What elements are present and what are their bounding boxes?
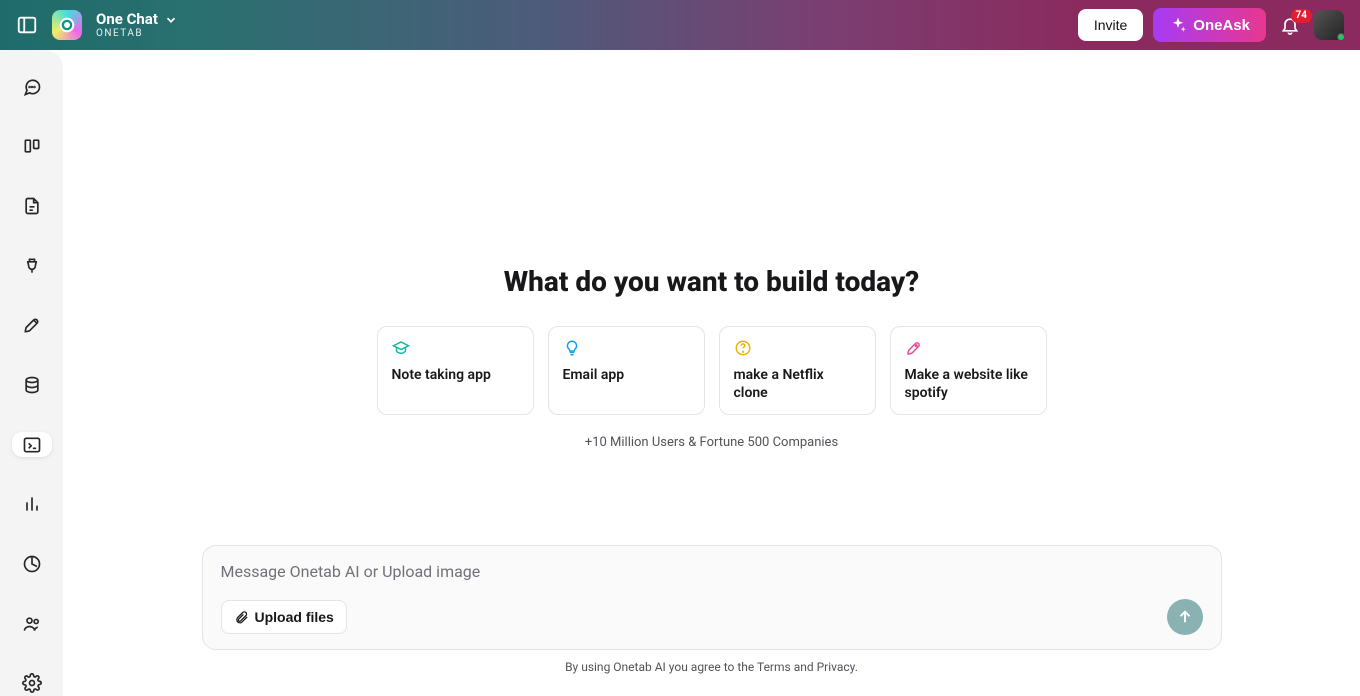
- card-label: Make a website like spotify: [905, 367, 1032, 402]
- sidebar-item-database[interactable]: [12, 372, 52, 398]
- paperclip-icon: [234, 610, 249, 625]
- app-logo: [52, 10, 82, 40]
- app-title-block[interactable]: One Chat ONETAB: [96, 11, 178, 39]
- sidebar-item-settings[interactable]: [12, 670, 52, 696]
- panel-icon[interactable]: [16, 14, 38, 36]
- sidebar-item-chat[interactable]: [12, 74, 52, 100]
- notification-badge: 74: [1291, 9, 1312, 23]
- footer-disclaimer: By using Onetab AI you agree to the Term…: [63, 660, 1360, 674]
- card-note-taking[interactable]: Note taking app: [377, 326, 534, 415]
- graduation-cap-icon: [392, 339, 410, 357]
- message-input[interactable]: Message Onetab AI or Upload image: [221, 562, 1203, 581]
- card-email-app[interactable]: Email app: [548, 326, 705, 415]
- sidebar-item-integrations[interactable]: [12, 253, 52, 279]
- sidebar-item-terminal[interactable]: [12, 432, 52, 458]
- card-label: Email app: [563, 367, 690, 385]
- sparkle-icon: [1169, 16, 1187, 34]
- chevron-down-icon: [164, 13, 178, 27]
- trust-line: +10 Million Users & Fortune 500 Companie…: [585, 435, 838, 450]
- sidebar: [0, 50, 63, 696]
- header: One Chat ONETAB Invite OneAsk 74: [0, 0, 1360, 50]
- privacy-link[interactable]: Privacy: [817, 660, 855, 674]
- card-spotify-site[interactable]: Make a website like spotify: [890, 326, 1047, 415]
- arrow-up-icon: [1176, 608, 1194, 626]
- upload-label: Upload files: [255, 609, 334, 625]
- card-label: Note taking app: [392, 367, 519, 385]
- footer-and: and: [791, 660, 817, 674]
- suggestion-cards: Note taking app Email app make a Netflix…: [377, 326, 1047, 415]
- rocket-icon: [905, 339, 923, 357]
- app-title: One Chat: [96, 11, 158, 28]
- footer-prefix: By using Onetab AI you agree to the: [565, 660, 757, 674]
- avatar-button[interactable]: [1314, 10, 1344, 40]
- notifications-button[interactable]: 74: [1276, 15, 1304, 35]
- body: What do you want to build today? Note ta…: [0, 50, 1360, 696]
- message-input-bar: Message Onetab AI or Upload image Upload…: [202, 545, 1222, 650]
- sidebar-item-reports[interactable]: [12, 551, 52, 577]
- main-content: What do you want to build today? Note ta…: [63, 50, 1360, 696]
- app-subtitle: ONETAB: [96, 28, 178, 39]
- input-actions: Upload files: [221, 599, 1203, 635]
- sidebar-item-analytics[interactable]: [12, 491, 52, 517]
- help-circle-icon: [734, 339, 752, 357]
- sidebar-item-boards[interactable]: [12, 134, 52, 160]
- send-button[interactable]: [1167, 599, 1203, 635]
- lightbulb-icon: [563, 339, 581, 357]
- invite-button[interactable]: Invite: [1078, 9, 1143, 41]
- terms-link[interactable]: Terms: [757, 660, 791, 674]
- status-dot: [1337, 33, 1345, 41]
- sidebar-item-docs[interactable]: [12, 193, 52, 219]
- card-netflix-clone[interactable]: make a Netflix clone: [719, 326, 876, 415]
- oneask-label: OneAsk: [1193, 17, 1250, 34]
- card-label: make a Netflix clone: [734, 367, 861, 402]
- hero-title: What do you want to build today?: [504, 265, 919, 298]
- footer-suffix: .: [855, 660, 858, 674]
- sidebar-item-launch[interactable]: [12, 313, 52, 339]
- header-right: Invite OneAsk 74: [1078, 8, 1344, 42]
- sidebar-item-team[interactable]: [12, 611, 52, 637]
- upload-files-button[interactable]: Upload files: [221, 600, 347, 634]
- oneask-button[interactable]: OneAsk: [1153, 8, 1266, 42]
- header-left: One Chat ONETAB: [16, 10, 178, 40]
